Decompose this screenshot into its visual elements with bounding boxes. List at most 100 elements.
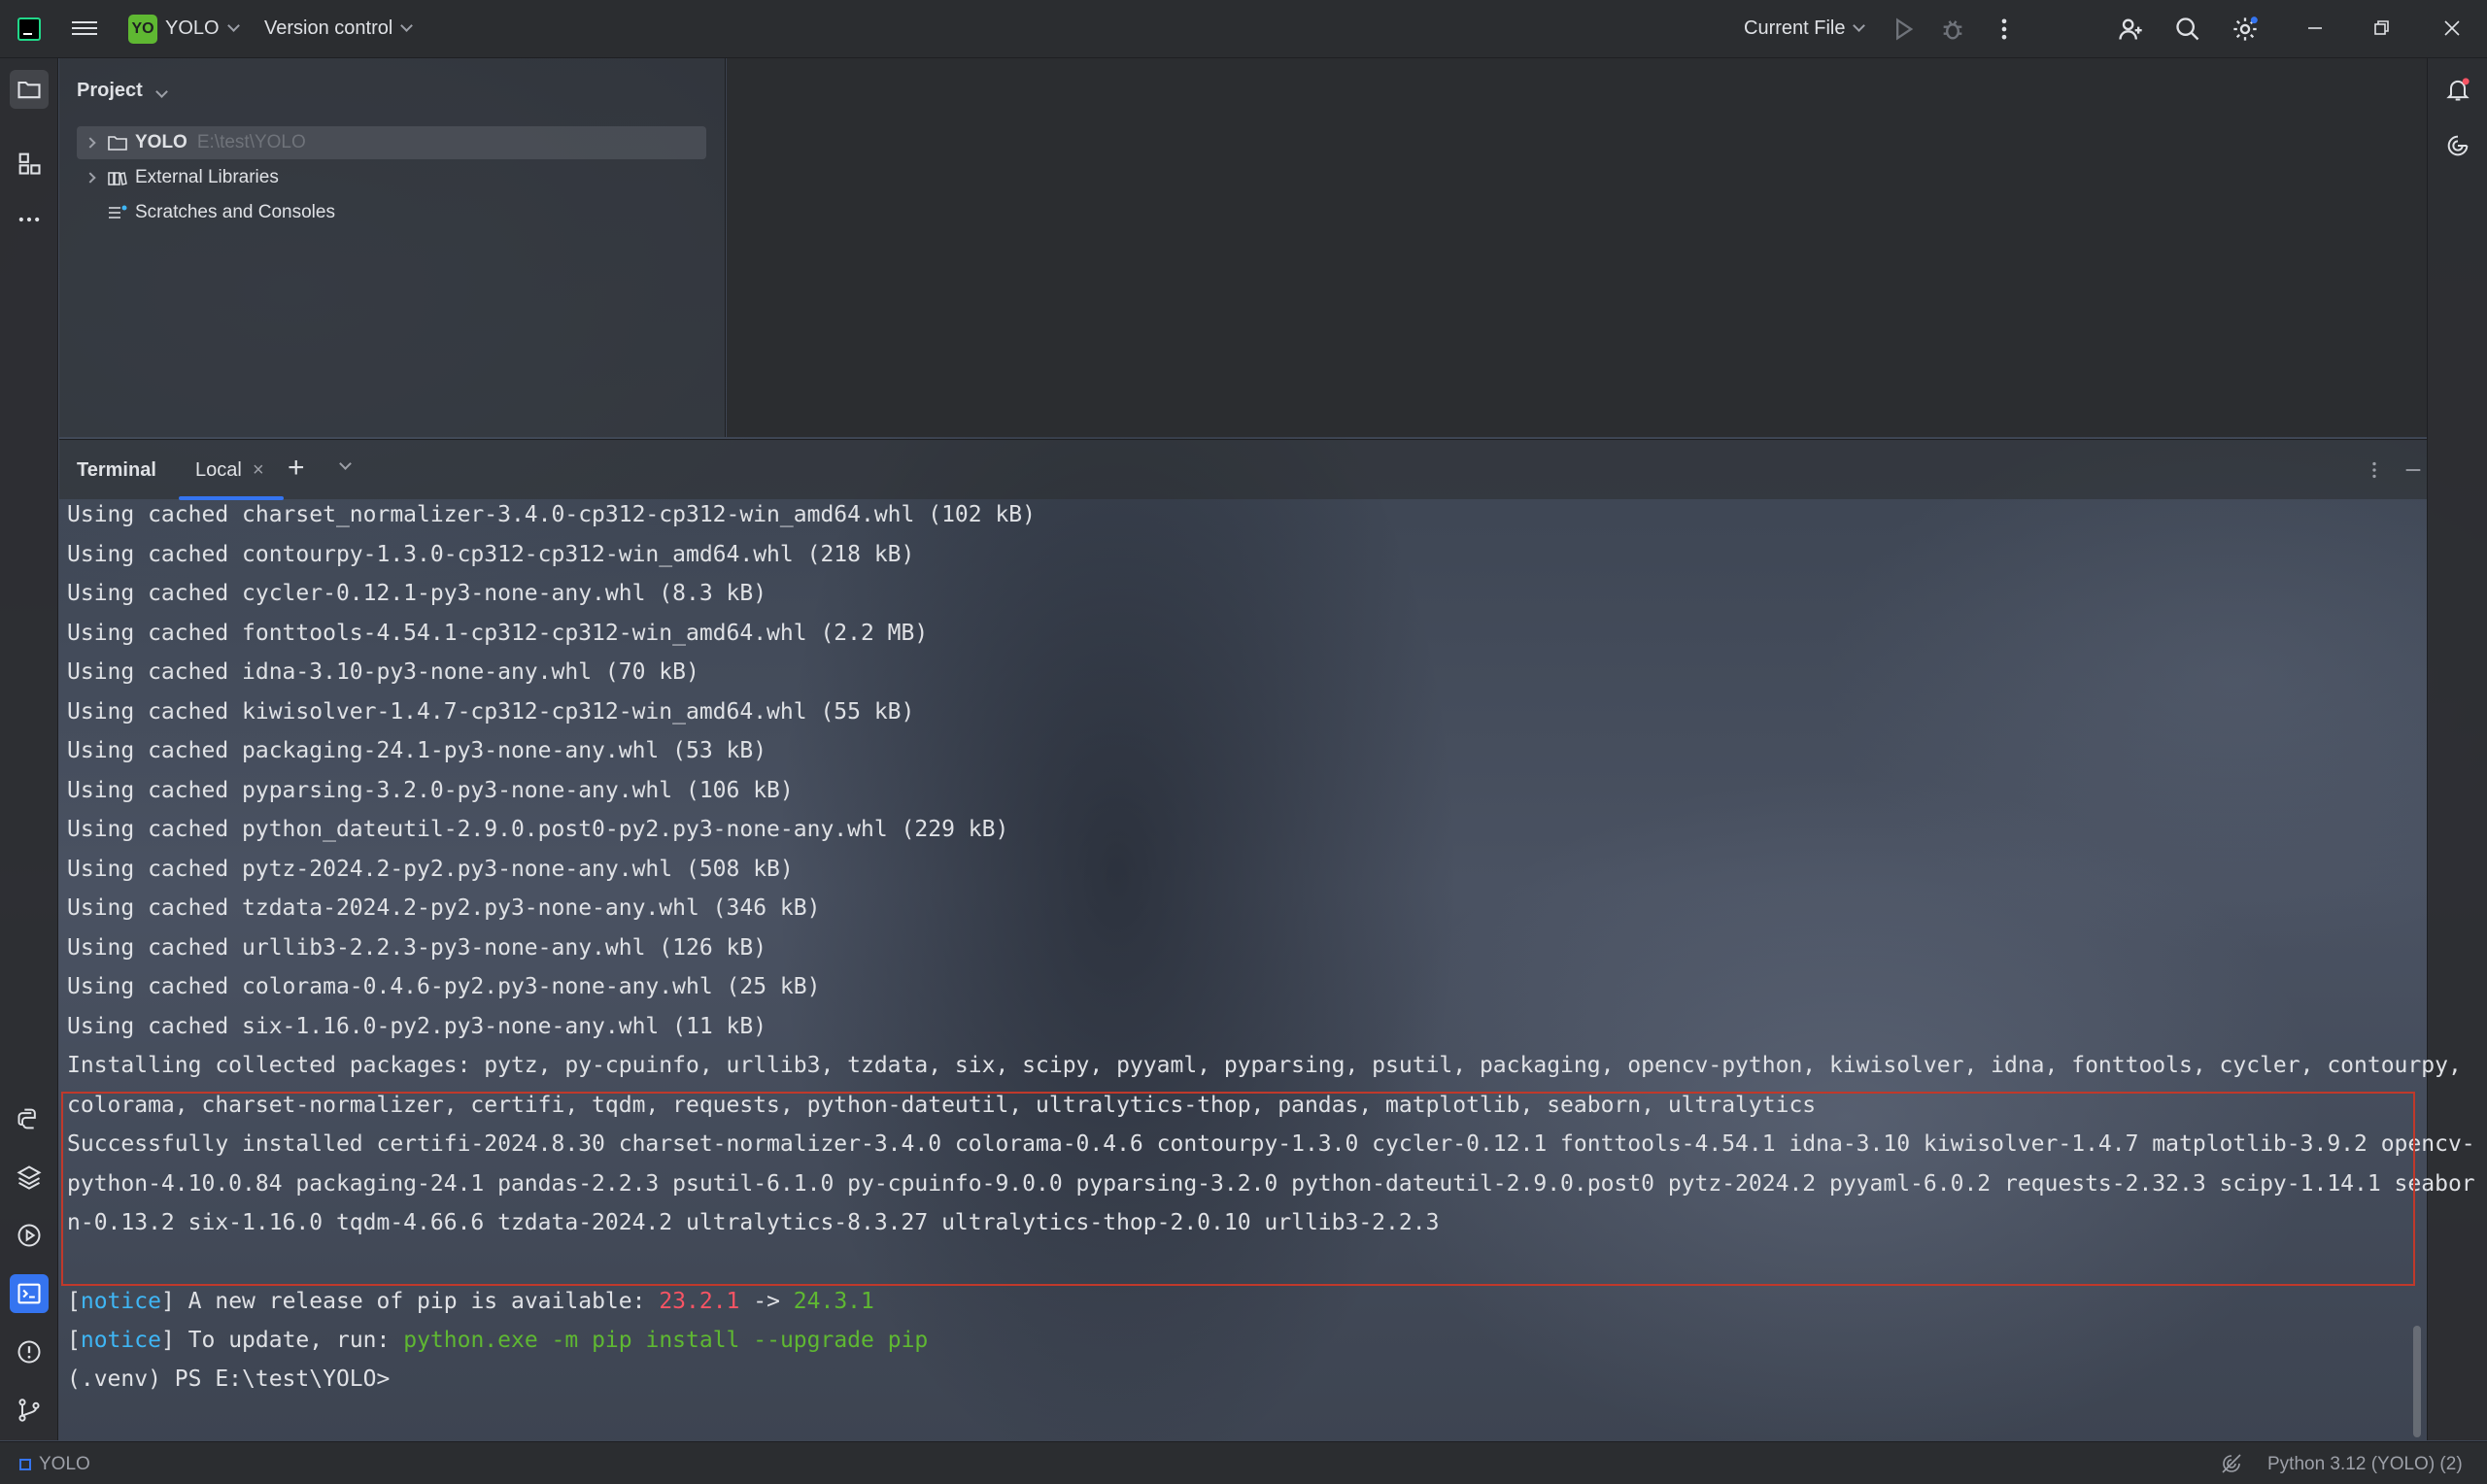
terminal-dropdown-button[interactable] — [331, 455, 352, 473]
project-icon — [19, 1459, 31, 1470]
terminal-tool-button[interactable] — [10, 1274, 49, 1313]
project-tool-window: Project YOLO E:\test\YOLO External Libra… — [59, 58, 726, 437]
ai-disabled-icon[interactable] — [2220, 1452, 2243, 1481]
terminal-tab-local[interactable]: Local — [195, 459, 242, 482]
project-panel-header[interactable]: Project — [77, 80, 169, 102]
shell-prompt[interactable]: (.venv) PS E:\test\YOLO> — [67, 1365, 390, 1394]
editor-area[interactable] — [727, 58, 2427, 437]
restore-icon — [2374, 20, 2389, 35]
terminal-line: Using cached pyparsing-3.2.0-py3-none-an… — [67, 777, 794, 803]
tree-item-path: E:\test\YOLO — [196, 132, 306, 152]
right-tool-window-bar — [2427, 58, 2487, 1440]
version-control-label: Version control — [264, 17, 393, 39]
tree-item-scratches[interactable]: Scratches and Consoles — [77, 196, 335, 229]
structure-icon — [18, 152, 41, 175]
problems-tool-button[interactable] — [10, 1332, 49, 1371]
status-bar: YOLO Python 3.12 (YOLO) (2) — [0, 1441, 2487, 1484]
chevron-right-icon[interactable] — [85, 137, 96, 149]
chevron-down-icon — [155, 85, 169, 98]
git-branch-icon — [18, 1399, 40, 1422]
ai-assistant-tool-button[interactable] — [2438, 126, 2477, 165]
terminal-line: Using cached urllib3-2.2.3-py3-none-any.… — [67, 934, 767, 961]
version-control-menu[interactable]: Version control — [264, 17, 414, 40]
terminal-output[interactable]: Using cached charset_normalizer-3.4.0-cp… — [59, 500, 2475, 1440]
project-switcher[interactable]: YOLO — [165, 17, 240, 40]
notifications-tool-button[interactable] — [2438, 70, 2477, 109]
bug-icon — [1943, 20, 1962, 40]
terminal-line: Using cached kiwisolver-1.4.7-cp312-cp31… — [67, 698, 915, 725]
status-project-name: YOLO — [39, 1454, 90, 1474]
status-project-breadcrumb[interactable]: YOLO — [19, 1454, 90, 1475]
folder-icon — [17, 81, 41, 99]
search-everywhere-button[interactable] — [2171, 13, 2204, 46]
notice-text: To update, run: — [174, 1328, 404, 1353]
terminal-title: Terminal — [77, 459, 156, 481]
terminal-toolbar: Terminal Local × + — [59, 439, 2430, 500]
python-console-tool-button[interactable] — [10, 1099, 49, 1138]
run-button[interactable] — [1887, 13, 1920, 46]
terminal-line: Using cached charset_normalizer-3.4.0-cp… — [67, 502, 1036, 527]
chevron-down-icon — [339, 457, 352, 470]
chevron-down-icon — [226, 19, 240, 32]
project-tool-button[interactable] — [10, 70, 49, 109]
scratches-icon — [108, 204, 129, 221]
tree-item-external-libraries[interactable]: External Libraries — [77, 161, 279, 194]
more-tool-windows-button[interactable] — [10, 200, 49, 239]
terminal-icon — [17, 1283, 41, 1304]
library-icon — [108, 169, 129, 186]
structure-tool-button[interactable] — [10, 144, 49, 183]
title-bar: YO YOLO Version control Current File — [0, 0, 2487, 58]
terminal-line: Using cached pytz-2024.2-py2.py3-none-an… — [67, 856, 794, 882]
git-tool-button[interactable] — [10, 1391, 49, 1430]
notice-arrow: -> — [739, 1289, 794, 1314]
terminal-line: Using cached colorama-0.4.6-py2.py3-none… — [67, 974, 821, 999]
chevron-right-icon[interactable] — [85, 172, 96, 184]
run-configuration-selector[interactable]: Current File — [1744, 17, 1866, 40]
notice-text: A new release of pip is available: — [174, 1289, 660, 1314]
play-icon — [1896, 17, 1914, 41]
new-terminal-tab-button[interactable]: + — [288, 452, 305, 485]
more-vertical-icon — [2372, 461, 2376, 479]
tree-item-label: Scratches and Consoles — [135, 202, 335, 222]
terminal-options-button[interactable] — [2358, 454, 2391, 487]
left-tool-window-bar — [0, 58, 58, 1440]
chevron-down-icon — [400, 19, 414, 32]
close-tab-icon[interactable]: × — [253, 459, 264, 482]
main-menu-icon[interactable] — [72, 17, 97, 39]
terminal-scrollbar[interactable] — [2413, 1326, 2421, 1437]
pycharm-logo-icon — [17, 17, 41, 41]
restore-window-button[interactable] — [2368, 14, 2397, 43]
settings-button[interactable] — [2229, 13, 2262, 46]
tree-item-project-root[interactable]: YOLO E:\test\YOLO — [77, 126, 706, 159]
notice-tag: notice — [80, 1289, 161, 1314]
services-tool-button[interactable] — [10, 1216, 49, 1255]
search-icon — [2176, 17, 2199, 41]
terminal-line: Using cached six-1.16.0-py2.py3-none-any… — [67, 1013, 767, 1039]
upgrade-command: python.exe -m pip install --upgrade pip — [403, 1328, 929, 1353]
terminal-line: Using cached python_dateutil-2.9.0.post0… — [67, 817, 1009, 842]
debug-button[interactable] — [1936, 13, 1969, 46]
new-version: 24.3.1 — [793, 1289, 874, 1314]
more-actions-button[interactable] — [1988, 13, 2021, 46]
old-version: 23.2.1 — [659, 1289, 740, 1314]
services-play-icon — [17, 1224, 41, 1247]
notice-tag: notice — [80, 1328, 161, 1353]
code-with-me-button[interactable] — [2114, 13, 2147, 46]
pip-notice-line: [notice] A new release of pip is availab… — [67, 1289, 874, 1314]
more-horizontal-icon — [18, 217, 40, 222]
terminal-line: Using cached contourpy-1.3.0-cp312-cp312… — [67, 541, 915, 567]
warning-circle-icon — [17, 1340, 41, 1364]
hide-terminal-button[interactable] — [2397, 454, 2430, 487]
chevron-down-icon — [1853, 19, 1866, 32]
project-name: YOLO — [165, 17, 220, 39]
project-badge[interactable]: YO — [128, 15, 157, 44]
terminal-line: Using cached tzdata-2024.2-py2.py3-none-… — [67, 895, 821, 921]
python-packages-tool-button[interactable] — [10, 1158, 49, 1197]
project-panel-title: Project — [77, 80, 143, 101]
python-interpreter-selector[interactable]: Python 3.12 (YOLO) (2) — [2267, 1454, 2463, 1475]
close-window-button[interactable] — [2437, 14, 2467, 43]
add-user-icon — [2119, 18, 2142, 40]
terminal-line: Using cached fonttools-4.54.1-cp312-cp31… — [67, 620, 929, 646]
minimize-window-button[interactable] — [2300, 14, 2330, 43]
gear-icon — [2233, 17, 2258, 41]
